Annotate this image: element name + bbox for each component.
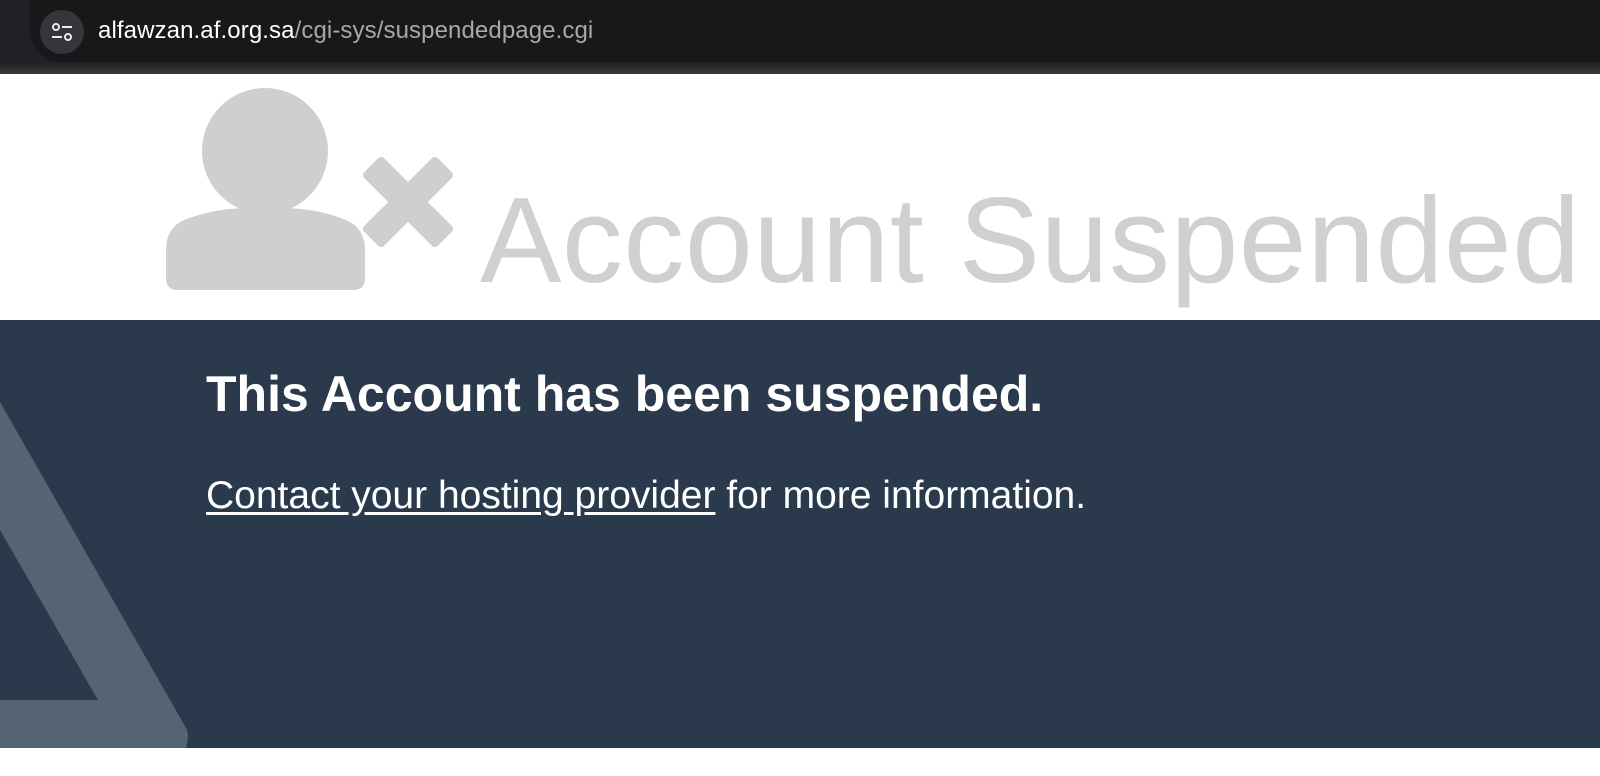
contact-provider-link[interactable]: Contact your hosting provider [206,474,715,517]
tune-icon [52,23,72,41]
toolbar-shadow [0,62,1600,74]
user-x-icon [166,88,454,290]
contact-suffix: for more information. [715,474,1087,517]
url-host: alfawzan.af.org.sa [98,17,295,44]
message-panel: This Account has been suspended. Contact… [0,320,1600,748]
page-title: Account Suspended [480,172,1581,308]
suspended-header: Account Suspended [0,74,1600,320]
url-path: /cgi-sys/suspendedpage.cgi [294,17,594,44]
suspension-headline: This Account has been suspended. [206,366,1044,422]
contact-message: Contact your hosting provider for more i… [206,472,1086,520]
browser-toolbar: alfawzan.af.org.sa/cgi-sys/suspendedpage… [0,0,1600,74]
warning-triangle-icon [0,402,188,748]
url-text[interactable]: alfawzan.af.org.sa/cgi-sys/suspendedpage… [98,16,593,46]
site-info-button[interactable] [40,10,84,54]
